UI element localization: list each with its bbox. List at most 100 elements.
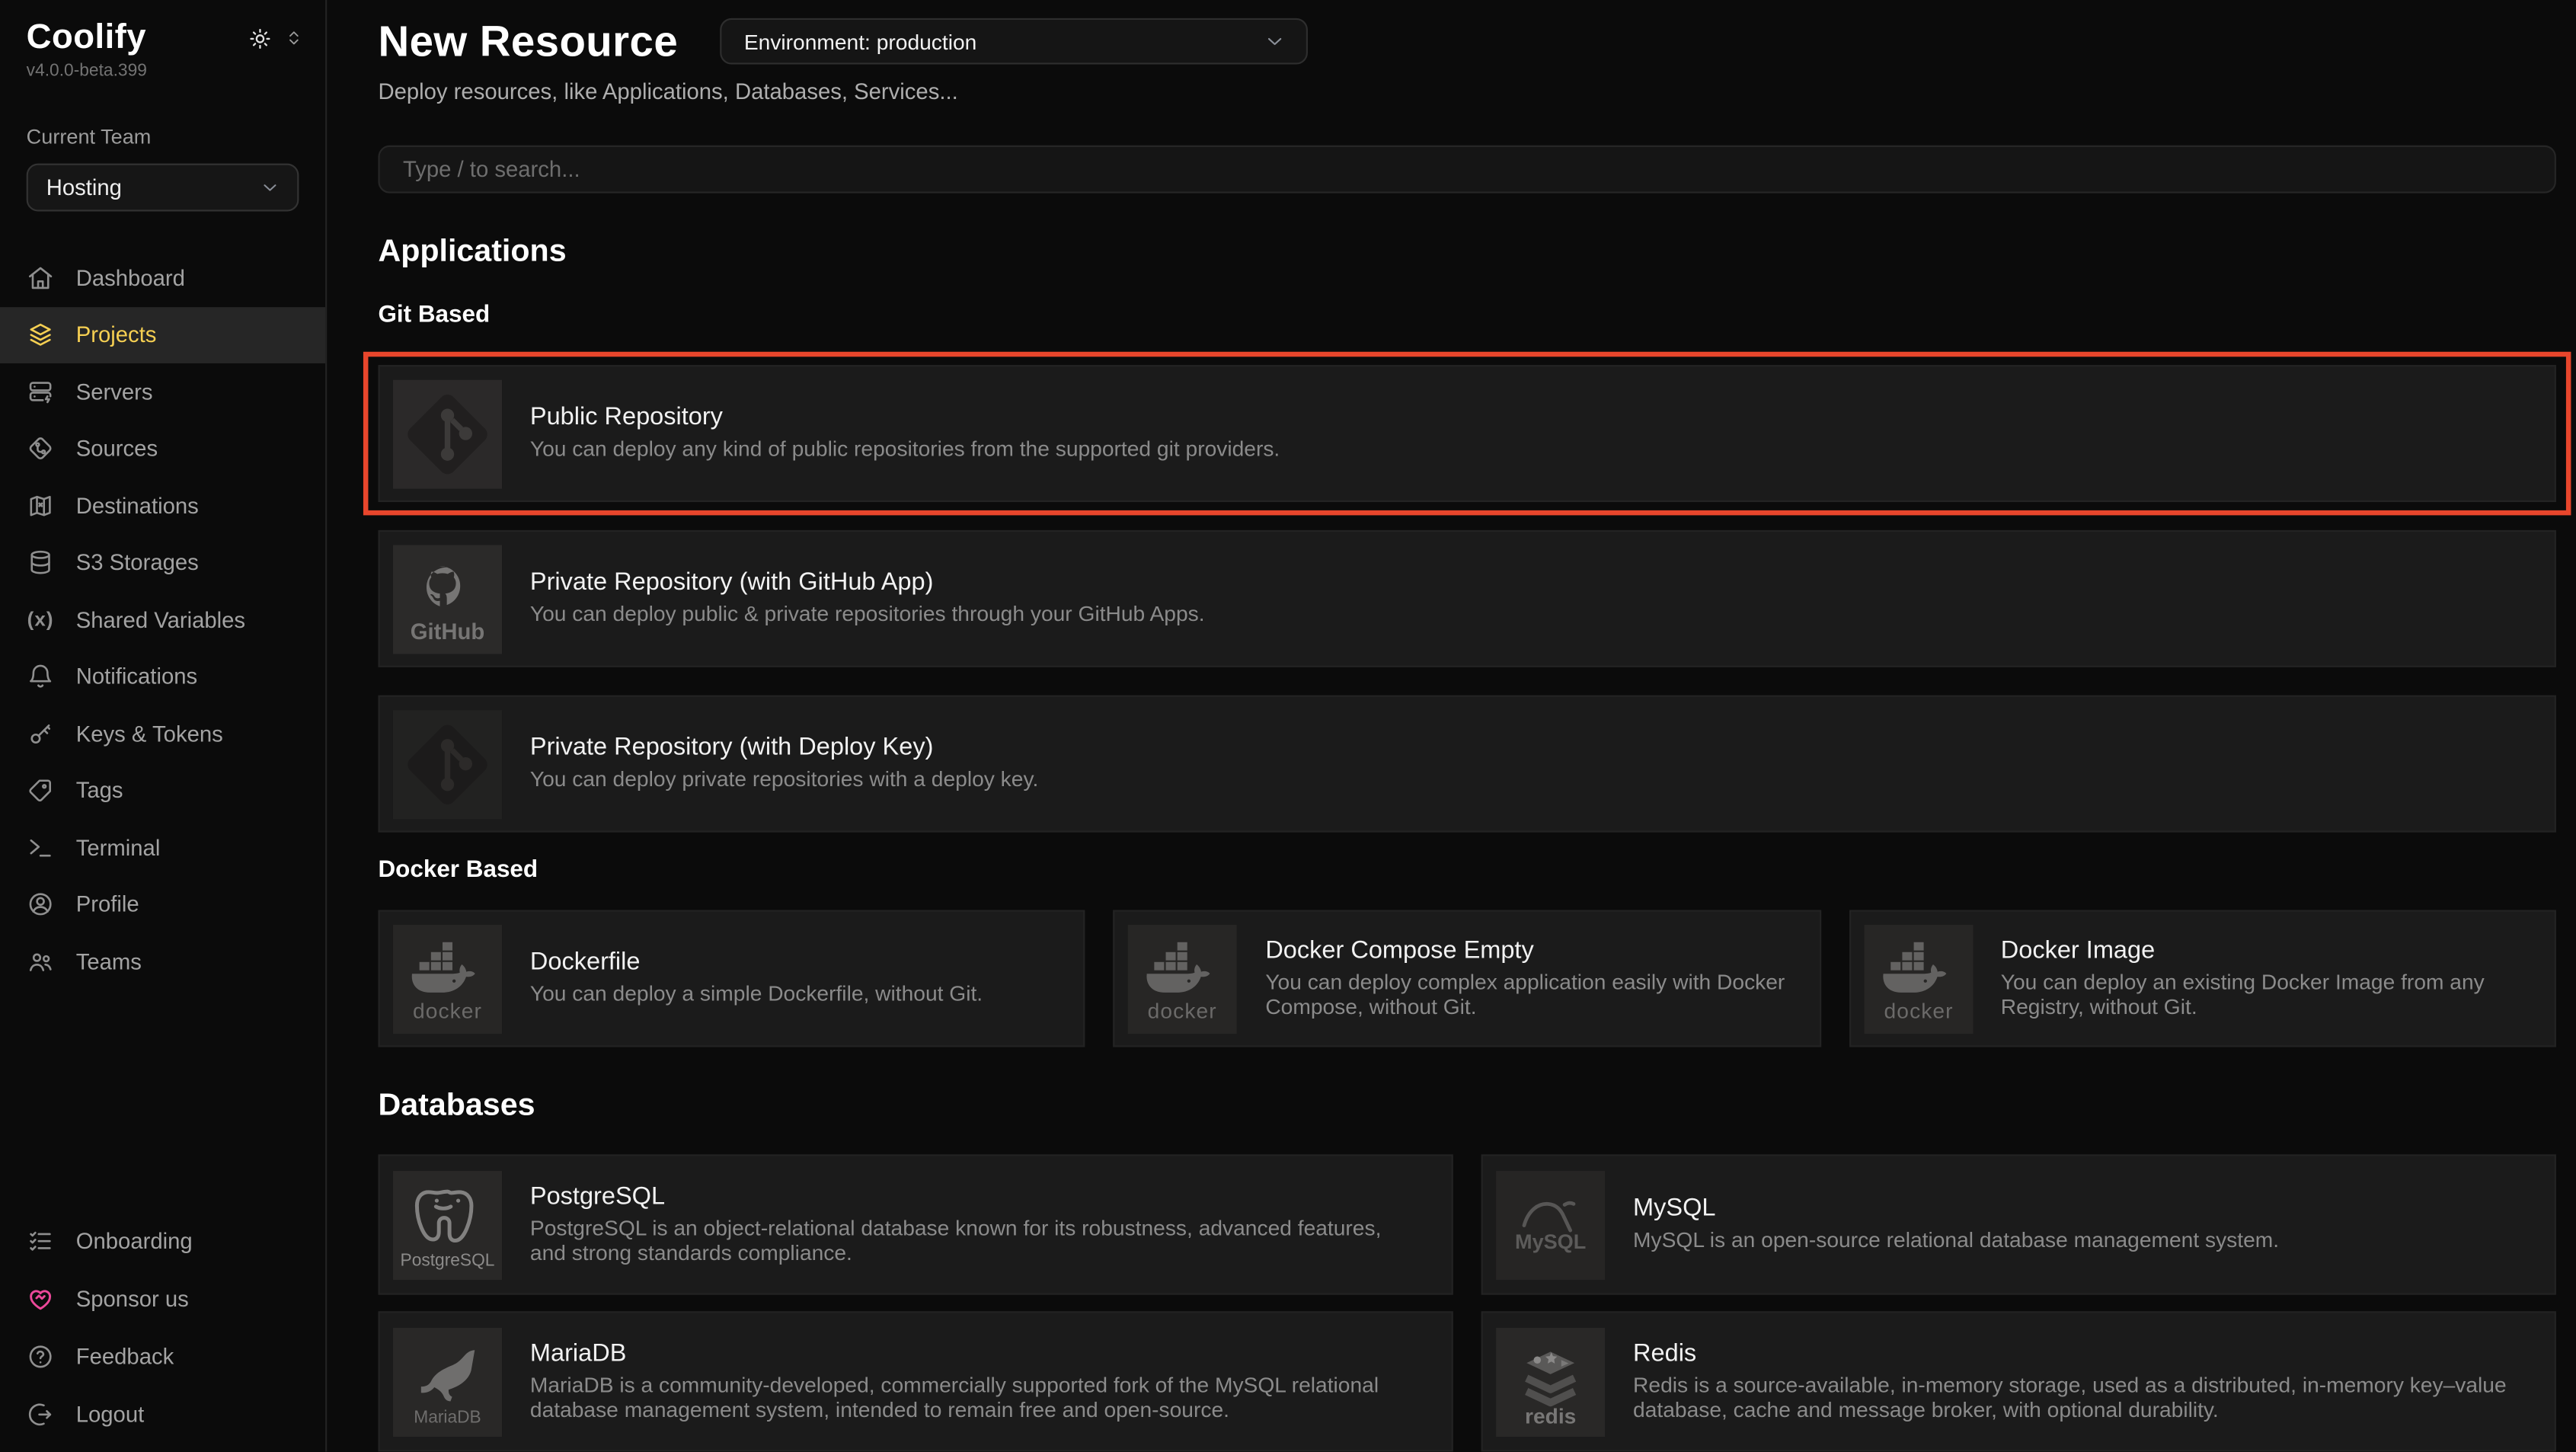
sidebar-item-logout[interactable]: Logout	[0, 1386, 325, 1444]
sidebar-item-dashboard[interactable]: Dashboard	[0, 249, 325, 306]
map-icon	[27, 491, 55, 520]
card-mysql[interactable]: MySQL MySQL MySQL is an open-source rela…	[1481, 1154, 2556, 1294]
theme-toggle-button[interactable]	[248, 26, 273, 51]
card-description: Redis is a source-available, in-memory s…	[1633, 1371, 2525, 1422]
heart-hands-icon	[27, 1285, 55, 1313]
sidebar-item-destinations[interactable]: Destinations	[0, 478, 325, 535]
sun-icon	[248, 26, 273, 51]
mariadb-icon: MariaDB	[393, 1327, 502, 1436]
page-title: New Resource	[378, 17, 678, 66]
sidebar-item-label: Destinations	[76, 494, 199, 519]
terminal-icon	[27, 833, 55, 862]
database-icon	[27, 548, 55, 577]
card-description: You can deploy public & private reposito…	[530, 602, 1205, 628]
card-private-repository-deploy-key[interactable]: Private Repository (with Deploy Key) You…	[378, 696, 2555, 833]
sidebar-item-label: Projects	[76, 322, 157, 347]
variables-icon: (x)	[27, 608, 54, 631]
card-docker-compose-empty[interactable]: docker Docker Compose Empty You can depl…	[1114, 910, 1821, 1047]
card-title: MySQL	[1633, 1196, 2279, 1223]
sidebar-item-onboarding[interactable]: Onboarding	[0, 1212, 325, 1270]
sidebar-item-sources[interactable]: Sources	[0, 421, 325, 478]
page-subtitle: Deploy resources, like Applications, Dat…	[378, 79, 2555, 106]
sidebar-item-profile[interactable]: Profile	[0, 876, 325, 933]
app-logo: Coolify	[27, 18, 146, 58]
redis-icon: redis	[1496, 1327, 1605, 1436]
git-based-heading: Git Based	[378, 304, 2555, 329]
sidebar-item-servers[interactable]: Servers	[0, 363, 325, 421]
card-description: You can deploy complex application easil…	[1265, 968, 1789, 1019]
docker-card-list: docker Dockerfile You can deploy a simpl…	[378, 910, 2555, 1047]
card-dockerfile[interactable]: docker Dockerfile You can deploy a simpl…	[378, 910, 1085, 1047]
docker-icon: docker	[1864, 924, 1973, 1033]
git-icon	[393, 709, 502, 818]
mariadb-logo-text: MariaDB	[414, 1406, 481, 1426]
home-icon	[27, 264, 55, 292]
card-title: Private Repository (with GitHub App)	[530, 570, 1205, 596]
databases-heading: Databases	[378, 1090, 2555, 1123]
database-card-list: PostgreSQL PostgreSQL PostgreSQL is an o…	[378, 1154, 2555, 1451]
mysql-logo-text: MySQL	[1515, 1229, 1586, 1252]
card-title: Docker Compose Empty	[1265, 937, 1789, 964]
card-title: Docker Image	[2001, 937, 2525, 964]
search-input[interactable]	[378, 146, 2555, 193]
card-title: Public Repository	[530, 405, 1280, 432]
docker-logo-text: docker	[413, 997, 482, 1022]
redis-logo-text: redis	[1525, 1403, 1576, 1428]
sidebar-item-teams[interactable]: Teams	[0, 933, 325, 990]
tag-icon	[27, 776, 55, 804]
main-content: New Resource Environment: production Dep…	[327, 0, 2576, 1452]
sidebar-item-projects[interactable]: Projects	[0, 306, 325, 363]
card-title: MariaDB	[530, 1340, 1422, 1367]
sidebar-item-shared-variables[interactable]: (x) Shared Variables	[0, 591, 325, 648]
chevron-down-icon	[1263, 30, 1286, 53]
sidebar-nav: Dashboard Projects Servers Sources Desti…	[0, 249, 325, 990]
github-icon: GitHub	[393, 544, 502, 653]
team-select[interactable]: Hosting	[27, 164, 299, 212]
sidebar-item-label: Onboarding	[76, 1229, 193, 1254]
card-title: PostgreSQL	[530, 1183, 1422, 1210]
key-icon	[27, 720, 55, 748]
sidebar-item-keys-tokens[interactable]: Keys & Tokens	[0, 705, 325, 763]
card-description: MySQL is an open-source relational datab…	[1633, 1227, 2279, 1253]
card-description: PostgreSQL is an object-relational datab…	[530, 1214, 1422, 1265]
sidebar-item-label: Feedback	[76, 1345, 174, 1370]
team-select-value: Hosting	[46, 175, 122, 200]
git-icon	[393, 379, 502, 488]
users-icon	[27, 948, 55, 976]
sidebar-item-notifications[interactable]: Notifications	[0, 648, 325, 705]
card-docker-image[interactable]: docker Docker Image You can deploy an ex…	[1849, 910, 2556, 1047]
github-logo-text: GitHub	[411, 619, 484, 644]
sidebar-item-tags[interactable]: Tags	[0, 762, 325, 819]
docker-icon: docker	[393, 924, 502, 1033]
current-team-label: Current Team	[0, 81, 325, 149]
sidebar-item-label: Sponsor us	[76, 1287, 189, 1312]
card-description: You can deploy private repositories with…	[530, 766, 1038, 792]
environment-select[interactable]: Environment: production	[719, 18, 1307, 65]
card-postgresql[interactable]: PostgreSQL PostgreSQL PostgreSQL is an o…	[378, 1154, 1453, 1294]
sidebar-item-label: Profile	[76, 892, 139, 917]
sidebar-item-sponsor-us[interactable]: Sponsor us	[0, 1270, 325, 1328]
sidebar-item-s3-storages[interactable]: S3 Storages	[0, 534, 325, 591]
sidebar-item-label: Teams	[76, 949, 142, 974]
user-circle-icon	[27, 891, 55, 919]
card-public-repository[interactable]: Public Repository You can deploy any kin…	[378, 365, 2555, 502]
bell-icon	[27, 663, 55, 691]
sidebar-item-label: S3 Storages	[76, 550, 199, 575]
theme-mode-select-button[interactable]	[284, 28, 304, 48]
sidebar-header: Coolify	[0, 0, 325, 58]
card-private-repository-github-app[interactable]: GitHub Private Repository (with GitHub A…	[378, 530, 2555, 667]
layers-icon	[27, 321, 55, 349]
card-redis[interactable]: redis Redis Redis is a source-available,…	[1481, 1311, 2556, 1451]
card-title: Redis	[1633, 1340, 2525, 1367]
page-header: New Resource Environment: production	[378, 13, 2555, 69]
card-mariadb[interactable]: MariaDB MariaDB MariaDB is a community-d…	[378, 1311, 1453, 1451]
sidebar-item-label: Servers	[76, 379, 153, 405]
sidebar-item-terminal[interactable]: Terminal	[0, 819, 325, 876]
sidebar-item-label: Sources	[76, 437, 158, 462]
environment-select-value: Environment: production	[744, 29, 977, 54]
docker-icon: docker	[1128, 924, 1237, 1033]
checklist-icon	[27, 1227, 55, 1255]
sidebar-item-feedback[interactable]: Feedback	[0, 1328, 325, 1386]
chevron-down-icon	[259, 177, 280, 198]
card-title: Private Repository (with Deploy Key)	[530, 735, 1038, 762]
